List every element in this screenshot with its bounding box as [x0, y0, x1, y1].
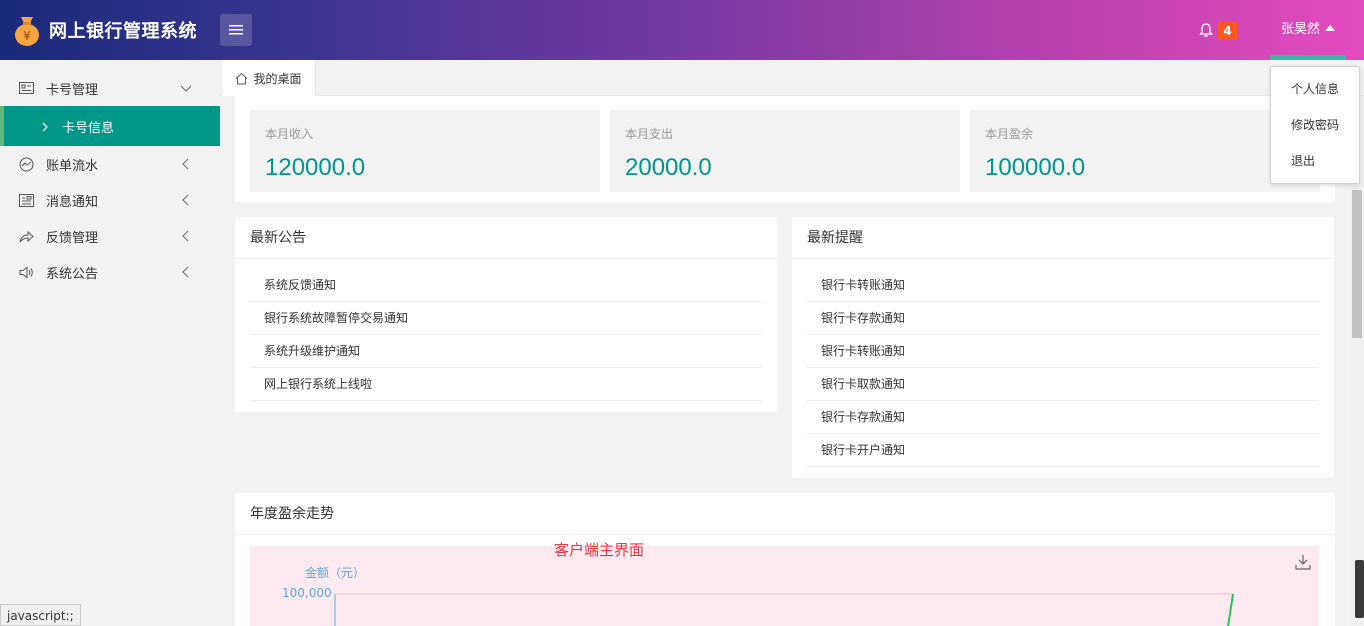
- chevron-left-icon: [180, 230, 192, 242]
- list-item[interactable]: 系统升级维护通知: [250, 335, 762, 368]
- sidebar-item-label: 系统公告: [46, 266, 99, 282]
- stat-label: 本月盈余: [985, 127, 1034, 141]
- caret-up-icon: [1325, 25, 1335, 31]
- trend-chart: 客户端主界面 金额（元） 100,000: [250, 541, 1319, 626]
- stat-expense: 本月支出 20000.0: [610, 110, 960, 192]
- stat-income: 本月收入 120000.0: [250, 110, 600, 192]
- sidebar-item-messages[interactable]: 消息通知: [0, 182, 220, 218]
- home-icon: [235, 72, 248, 85]
- stat-surplus: 本月盈余 100000.0: [970, 110, 1320, 192]
- chevron-left-icon: [180, 158, 192, 170]
- chart-svg: [334, 593, 1235, 626]
- stats-card: 本月收入 120000.0 本月支出 20000.0 本月盈余 100000.0: [235, 96, 1335, 202]
- sidebar-item-label: 消息通知: [46, 194, 99, 210]
- list-item[interactable]: 银行卡开户通知: [807, 434, 1319, 467]
- top-header: ¥ 网上银行管理系统 4 张昊然: [0, 0, 1364, 60]
- list-item[interactable]: 系统反馈通知: [250, 269, 762, 302]
- y-axis-label: 金额（元）: [305, 566, 366, 580]
- chevron-down-icon: [180, 82, 192, 94]
- trend-title: 年度盈余走势: [235, 493, 1335, 535]
- y-tick-label: 100,000: [282, 586, 332, 600]
- menu-item-profile[interactable]: 个人信息: [1271, 71, 1359, 107]
- reminder-card: 最新提醒 银行卡转账通知 银行卡存款通知 银行卡转账通知 银行卡取款通知 银行卡…: [792, 217, 1334, 478]
- user-dropdown-menu: 个人信息 修改密码 退出: [1270, 66, 1360, 184]
- sidebar-subitem-label: 卡号信息: [62, 120, 115, 136]
- svg-text:¥: ¥: [23, 29, 31, 43]
- scrollbar-thumb[interactable]: [1352, 190, 1362, 338]
- list-item[interactable]: 网上银行系统上线啦: [250, 368, 762, 401]
- sidebar-item-feedback[interactable]: 反馈管理: [0, 218, 220, 254]
- id-card-icon: [18, 80, 34, 96]
- bell-icon[interactable]: [1198, 22, 1214, 38]
- list-item[interactable]: 银行卡存款通知: [807, 401, 1319, 434]
- download-icon[interactable]: [1295, 554, 1311, 570]
- sidebar-item-bill-flow[interactable]: 账单流水: [0, 146, 220, 182]
- user-menu-trigger[interactable]: 张昊然: [1270, 0, 1346, 60]
- tab-bar: 我的桌面: [220, 60, 1364, 96]
- notice-card: 最新公告 系统反馈通知 银行系统故障暂停交易通知 系统升级维护通知 网上银行系统…: [235, 217, 777, 412]
- app-logo[interactable]: ¥ 网上银行管理系统: [12, 14, 197, 46]
- hamburger-icon: [229, 25, 243, 35]
- main-content: 本月收入 120000.0 本月支出 20000.0 本月盈余 100000.0…: [220, 96, 1350, 626]
- floating-widget[interactable]: [1355, 560, 1364, 618]
- reminder-list: 银行卡转账通知 银行卡存款通知 银行卡转账通知 银行卡取款通知 银行卡存款通知 …: [792, 259, 1334, 467]
- message-icon: [18, 192, 34, 208]
- notice-list: 系统反馈通知 银行系统故障暂停交易通知 系统升级维护通知 网上银行系统上线啦: [235, 259, 777, 401]
- list-item[interactable]: 银行卡取款通知: [807, 368, 1319, 401]
- stat-value: 20000.0: [625, 154, 712, 181]
- stat-label: 本月支出: [625, 127, 674, 141]
- speaker-icon: [18, 264, 34, 280]
- browser-status-bar: javascript:;: [0, 604, 81, 626]
- notice-title: 最新公告: [235, 217, 777, 259]
- sidebar-item-label: 卡号管理: [46, 82, 99, 98]
- list-item[interactable]: 银行卡转账通知: [807, 335, 1319, 368]
- sidebar-subitem-card-info[interactable]: 卡号信息: [0, 106, 220, 146]
- trend-card: 年度盈余走势 客户端主界面 金额（元） 100,000: [235, 493, 1335, 626]
- chevron-right-icon: [40, 121, 50, 132]
- sidebar-item-card-management[interactable]: 卡号管理: [0, 70, 220, 106]
- sidebar: 卡号管理 卡号信息 账单流水 消息通知 反馈管理 系统公告: [0, 60, 220, 626]
- stat-label: 本月收入: [265, 127, 314, 141]
- list-item[interactable]: 银行系统故障暂停交易通知: [250, 302, 762, 335]
- list-item[interactable]: 银行卡转账通知: [807, 269, 1319, 302]
- tab-label: 我的桌面: [253, 71, 302, 86]
- reminder-title: 最新提醒: [792, 217, 1334, 259]
- trend-icon: [18, 156, 34, 172]
- stat-value: 120000.0: [265, 154, 366, 181]
- stat-value: 100000.0: [985, 154, 1086, 181]
- notification-badge[interactable]: 4: [1218, 22, 1237, 40]
- user-name: 张昊然: [1280, 22, 1320, 37]
- money-bag-icon: ¥: [12, 14, 42, 46]
- menu-item-change-password[interactable]: 修改密码: [1271, 107, 1359, 143]
- tab-my-desktop[interactable]: 我的桌面: [222, 60, 316, 96]
- app-title: 网上银行管理系统: [49, 21, 197, 42]
- sidebar-item-announcements[interactable]: 系统公告: [0, 254, 220, 290]
- chevron-left-icon: [180, 266, 192, 278]
- sidebar-item-label: 反馈管理: [46, 230, 99, 246]
- list-item[interactable]: 银行卡存款通知: [807, 302, 1319, 335]
- series-line: [1227, 593, 1234, 626]
- menu-item-logout[interactable]: 退出: [1271, 143, 1359, 179]
- menu-toggle-button[interactable]: [220, 14, 252, 46]
- share-icon: [18, 228, 34, 244]
- chart-title: 客户端主界面: [554, 541, 645, 559]
- sidebar-item-label: 账单流水: [46, 158, 99, 174]
- chevron-left-icon: [180, 194, 192, 206]
